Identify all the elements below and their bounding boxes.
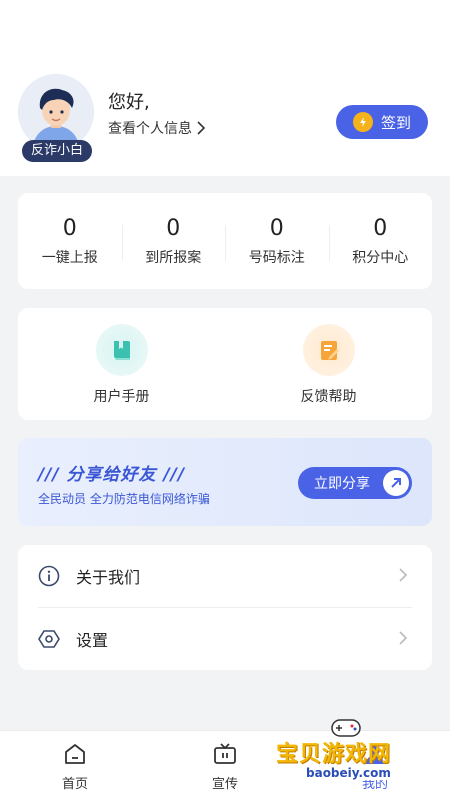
settings-icon <box>38 629 60 648</box>
menu-item-settings[interactable]: 设置 <box>38 607 412 669</box>
stat-number-mark[interactable]: 0 号码标注 <box>225 215 329 267</box>
signin-button[interactable]: 签到 <box>336 105 428 139</box>
avatar-illustration-icon <box>18 74 94 150</box>
chevron-right-icon <box>399 631 408 645</box>
feedback-help-button[interactable]: 反馈帮助 <box>225 308 432 420</box>
stat-label: 积分中心 <box>352 250 409 266</box>
tab-label: 宣传 <box>211 777 238 792</box>
profile-header: 反诈小白 您好, 查看个人信息 签到 <box>0 0 450 176</box>
stat-label: 到所报案 <box>145 250 202 266</box>
stat-label: 一键上报 <box>41 250 98 266</box>
edit-note-icon <box>302 324 355 376</box>
user-manual-button[interactable]: 用户手册 <box>18 308 225 420</box>
stat-value: 0 <box>269 216 284 241</box>
share-banner[interactable]: /// 分享给好友 /// 全民动员 全力防范电信网络诈骗 立即分享 <box>18 438 432 526</box>
watermark-url: baobeiy.com <box>302 766 395 780</box>
menu-item-label: 关于我们 <box>76 568 141 587</box>
tool-label: 用户手册 <box>93 389 150 405</box>
menu-item-label: 设置 <box>76 630 109 650</box>
stat-police-report[interactable]: 0 到所报案 <box>121 215 226 267</box>
arrow-up-right-icon <box>383 470 409 496</box>
watermark-logo: 宝贝游戏网 baobeiy.com <box>276 714 422 794</box>
stat-value: 0 <box>373 216 388 241</box>
tools-card: 用户手册 反馈帮助 <box>18 308 432 420</box>
view-profile-link[interactable]: 查看个人信息 <box>108 118 206 138</box>
greeting-text: 您好, <box>108 92 150 113</box>
tv-icon <box>214 743 236 764</box>
view-profile-label: 查看个人信息 <box>108 121 192 137</box>
tab-label: 首页 <box>61 777 88 792</box>
avatar-badge: 反诈小白 <box>22 140 92 162</box>
info-icon <box>38 565 60 587</box>
watermark-text: 宝贝游戏网 <box>276 742 392 767</box>
coin-icon <box>352 112 373 132</box>
tab-home[interactable]: 首页 <box>0 731 150 800</box>
share-title: /// 分享给好友 /// <box>38 465 186 485</box>
chevron-right-icon <box>197 121 206 135</box>
home-icon <box>65 744 85 764</box>
menu-item-about[interactable]: 关于我们 <box>18 545 432 607</box>
stat-label: 号码标注 <box>248 250 305 266</box>
book-icon <box>95 324 148 376</box>
share-now-button[interactable]: 立即分享 <box>298 467 412 499</box>
stat-value: 0 <box>62 216 77 241</box>
avatar[interactable] <box>18 74 94 150</box>
chevron-right-icon <box>399 568 408 582</box>
share-subtitle: 全民动员 全力防范电信网络诈骗 <box>38 492 210 506</box>
stat-points[interactable]: 0 积分中心 <box>328 215 433 267</box>
settings-menu: 关于我们 设置 <box>18 545 432 670</box>
stat-value: 0 <box>166 216 181 241</box>
stat-report[interactable]: 0 一键上报 <box>18 215 122 267</box>
tool-label: 反馈帮助 <box>300 389 357 405</box>
stats-card: 0 一键上报 0 到所报案 0 号码标注 0 积分中心 <box>18 193 432 289</box>
share-button-label: 立即分享 <box>314 476 370 492</box>
signin-label: 签到 <box>380 113 411 132</box>
